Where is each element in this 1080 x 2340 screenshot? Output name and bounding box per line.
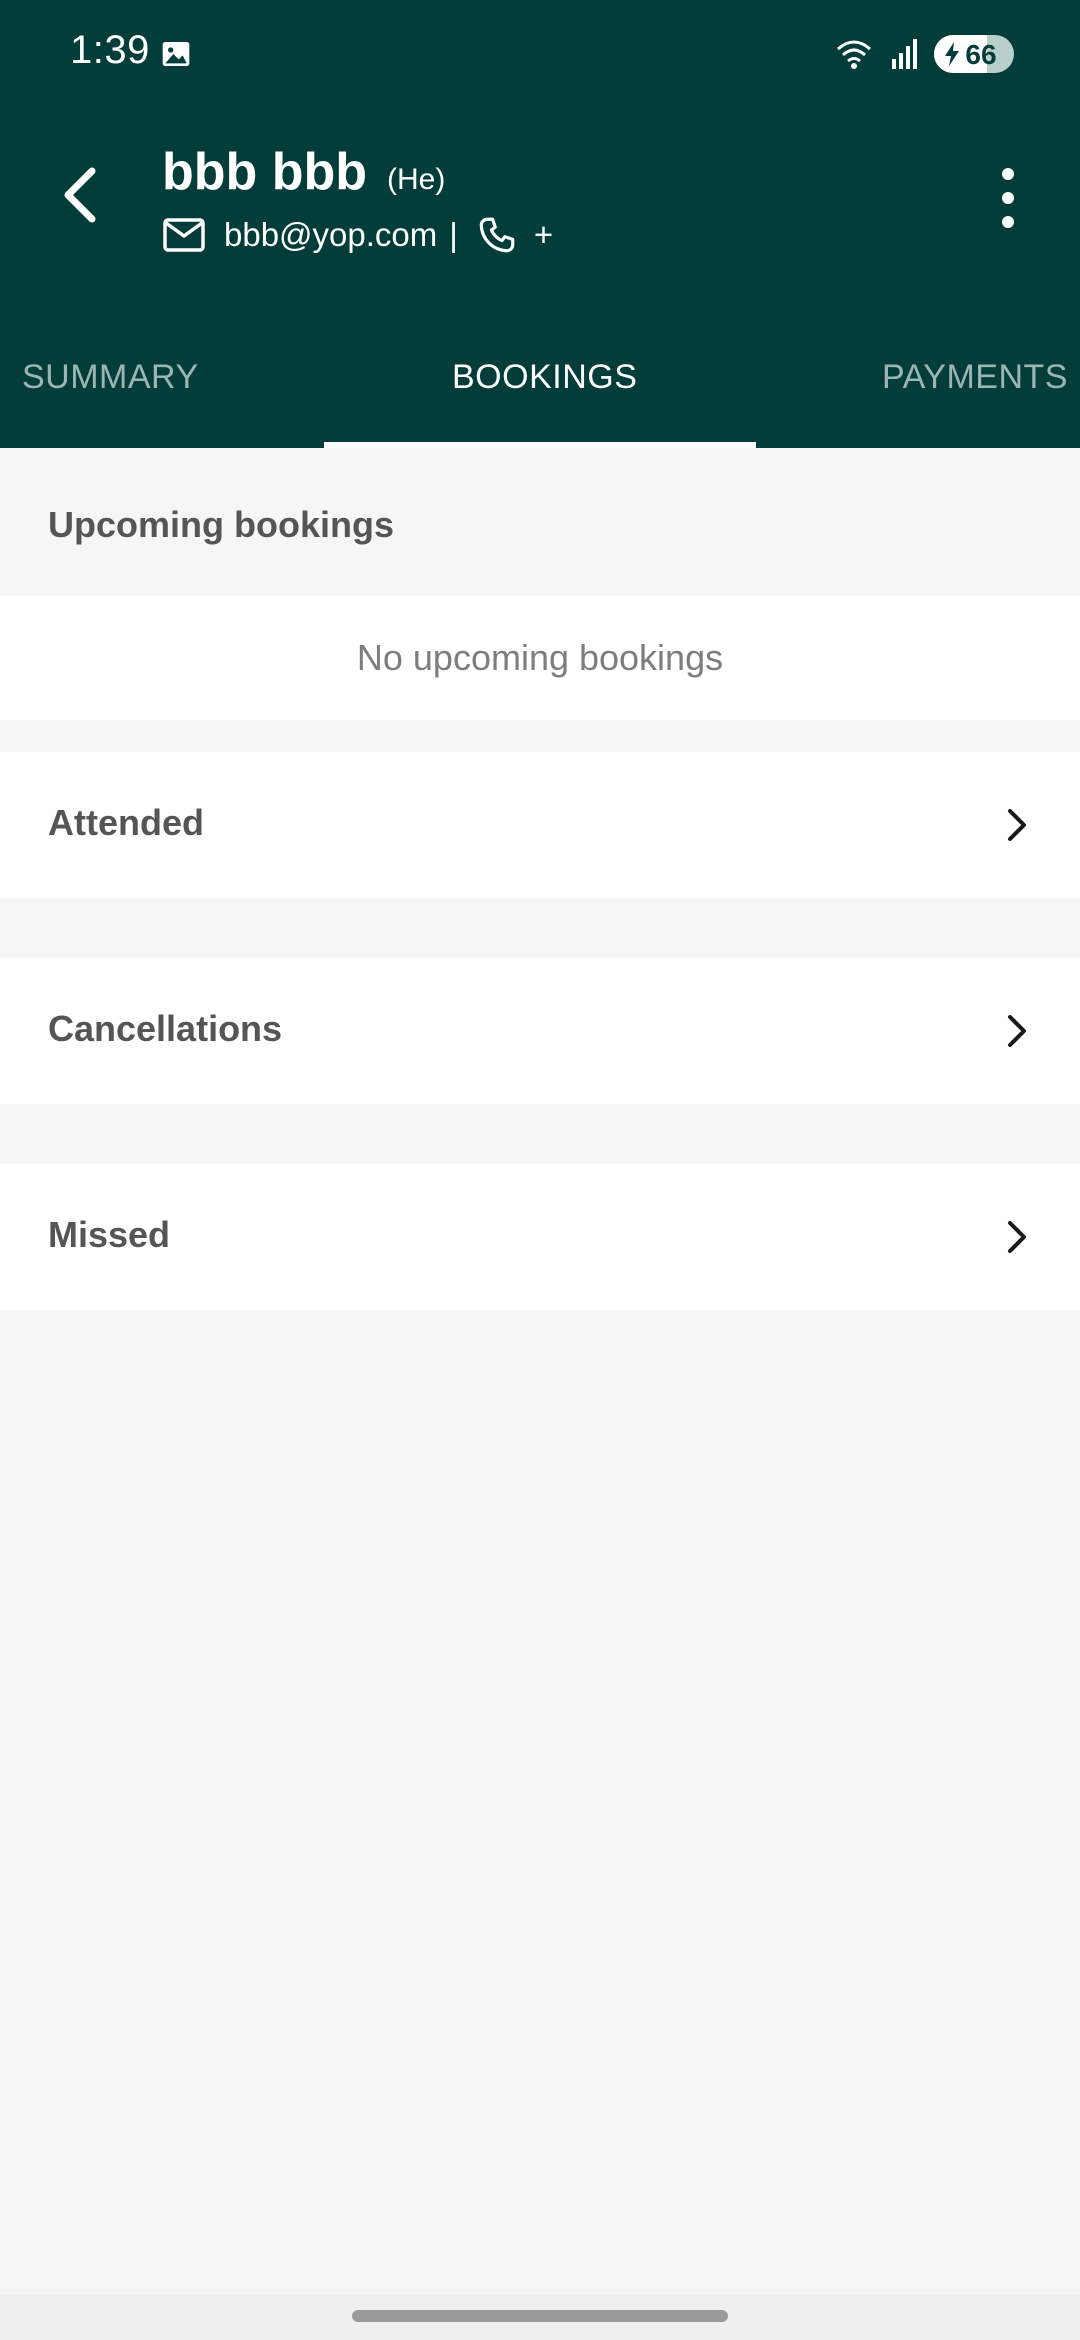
battery-indicator: 66 (934, 35, 1014, 73)
contact-row: bbb@yop.com | + (162, 214, 553, 256)
upcoming-bookings-title: Upcoming bookings (48, 504, 394, 545)
more-options-button[interactable] (996, 168, 1020, 228)
tab-summary[interactable]: SUMMARY (22, 358, 199, 397)
contact-separator: | (449, 216, 458, 253)
upcoming-bookings-empty: No upcoming bookings (0, 596, 1080, 720)
gesture-handle[interactable] (352, 2310, 728, 2322)
status-time: 1:39 (70, 28, 150, 72)
wifi-icon (837, 40, 871, 69)
signal-icon (892, 39, 917, 69)
tab-bookings[interactable]: BOOKINGS (452, 358, 637, 397)
empty-state-text: No upcoming bookings (356, 637, 724, 678)
chevron-right-icon (1008, 1221, 1026, 1253)
tab-bar: SUMMARY BOOKINGS PAYMENTS (0, 340, 1080, 448)
screen: 1:39 66 bbb bbb (He) bbb@yop.com | + SUM… (0, 0, 1080, 2340)
phone-icon (479, 217, 515, 253)
cancellations-label: Cancellations (48, 1008, 283, 1049)
back-button[interactable] (50, 160, 110, 230)
client-name-row: bbb bbb (He) (162, 142, 445, 202)
back-arrow-icon (64, 167, 96, 223)
client-name: bbb bbb (162, 143, 368, 201)
chevron-right-icon (1008, 809, 1026, 841)
cancellations-row[interactable]: Cancellations (0, 958, 1080, 1104)
chevron-right-icon (1008, 1015, 1026, 1047)
missed-label: Missed (48, 1214, 171, 1255)
status-bar: 1:39 66 (0, 0, 1080, 110)
status-icons: 66 (834, 34, 1014, 74)
client-email[interactable]: bbb@yop.com (224, 216, 437, 254)
active-tab-indicator (324, 442, 756, 448)
battery-level: 66 (965, 39, 997, 70)
missed-row[interactable]: Missed (0, 1164, 1080, 1310)
client-pronoun: (He) (387, 163, 446, 196)
client-header: 1:39 66 bbb bbb (He) bbb@yop.com | + SUM… (0, 0, 1080, 448)
attended-row[interactable]: Attended (0, 752, 1080, 898)
tab-payments[interactable]: PAYMENTS (882, 358, 1068, 397)
client-phone[interactable]: + (534, 216, 553, 254)
mail-icon (163, 218, 205, 252)
gallery-notification-icon (162, 42, 190, 66)
more-vert-icon (1002, 168, 1014, 180)
attended-label: Attended (48, 802, 204, 843)
